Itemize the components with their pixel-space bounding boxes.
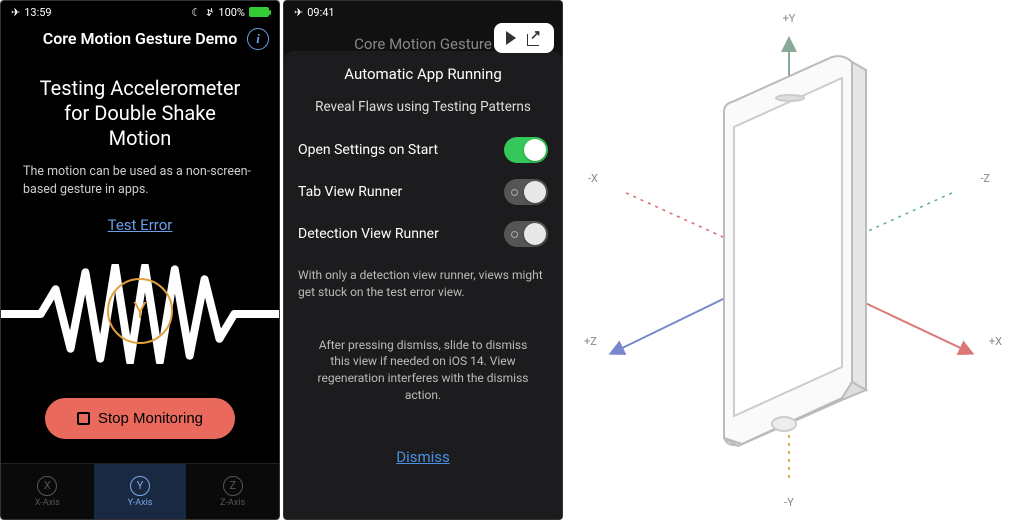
settings-note-2: After pressing dismiss, slide to dismiss… bbox=[284, 313, 562, 428]
toggle-open-on-start[interactable] bbox=[504, 137, 548, 163]
play-icon[interactable] bbox=[506, 31, 516, 45]
axes-diagram: +Y -Y -X +X -Z +Z bbox=[566, 0, 1012, 523]
status-time: 13:59 bbox=[24, 6, 51, 19]
y-axis-icon: Y bbox=[130, 476, 150, 496]
toggle-tab-view-runner[interactable] bbox=[504, 179, 548, 205]
z-axis-icon: Z bbox=[223, 476, 243, 496]
status-time: 09:41 bbox=[307, 6, 334, 19]
axis-letter: Y bbox=[133, 299, 146, 324]
open-external-icon[interactable] bbox=[528, 31, 542, 45]
label-pos-z: +Z bbox=[584, 335, 597, 348]
dismiss-button[interactable]: Dismiss bbox=[284, 448, 562, 466]
airplane-icon: ✈ bbox=[11, 6, 20, 19]
setting-detection-view-runner: Detection View Runner bbox=[284, 213, 562, 255]
stop-button-label: Stop Monitoring bbox=[98, 410, 203, 427]
test-error-link[interactable]: Test Error bbox=[1, 216, 279, 234]
wave-graphic: Y bbox=[1, 244, 279, 384]
tab-y-axis[interactable]: Y Y-Axis bbox=[94, 464, 187, 519]
tab-label: Z-Axis bbox=[220, 498, 245, 508]
airplane-icon: ✈ bbox=[294, 6, 303, 19]
sheet-subtitle: Reveal Flaws using Testing Patterns bbox=[284, 99, 562, 129]
subtitle-text: The motion can be used as a non-screen-b… bbox=[1, 163, 279, 198]
setting-label: Tab View Runner bbox=[298, 184, 402, 200]
label-neg-z: -Z bbox=[980, 172, 990, 185]
video-overlay-controls bbox=[494, 23, 554, 53]
sheet-title: Automatic App Running bbox=[284, 65, 562, 99]
settings-sheet: Automatic App Running Reveal Flaws using… bbox=[284, 51, 562, 519]
setting-tab-view-runner: Tab View Runner bbox=[284, 171, 562, 213]
heading-line-2: for Double Shake Motion bbox=[31, 101, 249, 151]
settings-note-1: With only a detection view runner, views… bbox=[284, 255, 562, 313]
label-pos-x: +X bbox=[989, 335, 1002, 348]
label-neg-x: -X bbox=[588, 172, 598, 185]
battery-icon bbox=[249, 7, 269, 17]
screenshot-settings: ✈ 09:41 Core Motion Gesture Automatic Ap… bbox=[283, 0, 563, 520]
label-pos-y: +Y bbox=[783, 12, 796, 25]
status-bar: ✈ 09:41 bbox=[284, 1, 562, 23]
page-title: Core Motion Gesture Demo bbox=[43, 29, 238, 48]
battery-text: 100% bbox=[218, 6, 245, 19]
tab-z-axis[interactable]: Z Z-Axis bbox=[186, 464, 279, 519]
heading-line-1: Testing Accelerometer bbox=[31, 76, 249, 101]
status-bar: ✈ 13:59 ☾ ↯ 100% bbox=[1, 1, 279, 23]
tab-bar: X X-Axis Y Y-Axis Z Z-Axis bbox=[1, 463, 279, 519]
info-icon[interactable]: i bbox=[247, 28, 269, 50]
tab-label: Y-Axis bbox=[128, 498, 153, 508]
setting-label: Detection View Runner bbox=[298, 226, 439, 242]
label-neg-y: -Y bbox=[784, 496, 794, 509]
tab-label: X-Axis bbox=[35, 498, 60, 508]
phone-axes-svg bbox=[574, 12, 1004, 512]
toggle-detection-view-runner[interactable] bbox=[504, 221, 548, 247]
stop-monitoring-button[interactable]: Stop Monitoring bbox=[45, 398, 235, 439]
setting-label: Open Settings on Start bbox=[298, 142, 438, 158]
axis-badge: Y bbox=[107, 278, 173, 344]
stop-icon bbox=[77, 412, 90, 425]
nav-header: Core Motion Gesture Demo i bbox=[1, 23, 279, 58]
moon-icon: ☾ bbox=[191, 6, 201, 19]
bolt-icon: ↯ bbox=[205, 6, 214, 19]
setting-open-on-start: Open Settings on Start bbox=[284, 129, 562, 171]
main-heading: Testing Accelerometer for Double Shake M… bbox=[1, 58, 279, 163]
x-axis-icon: X bbox=[37, 476, 57, 496]
tab-x-axis[interactable]: X X-Axis bbox=[1, 464, 94, 519]
screenshot-main: ✈ 13:59 ☾ ↯ 100% Core Motion Gesture Dem… bbox=[0, 0, 280, 520]
